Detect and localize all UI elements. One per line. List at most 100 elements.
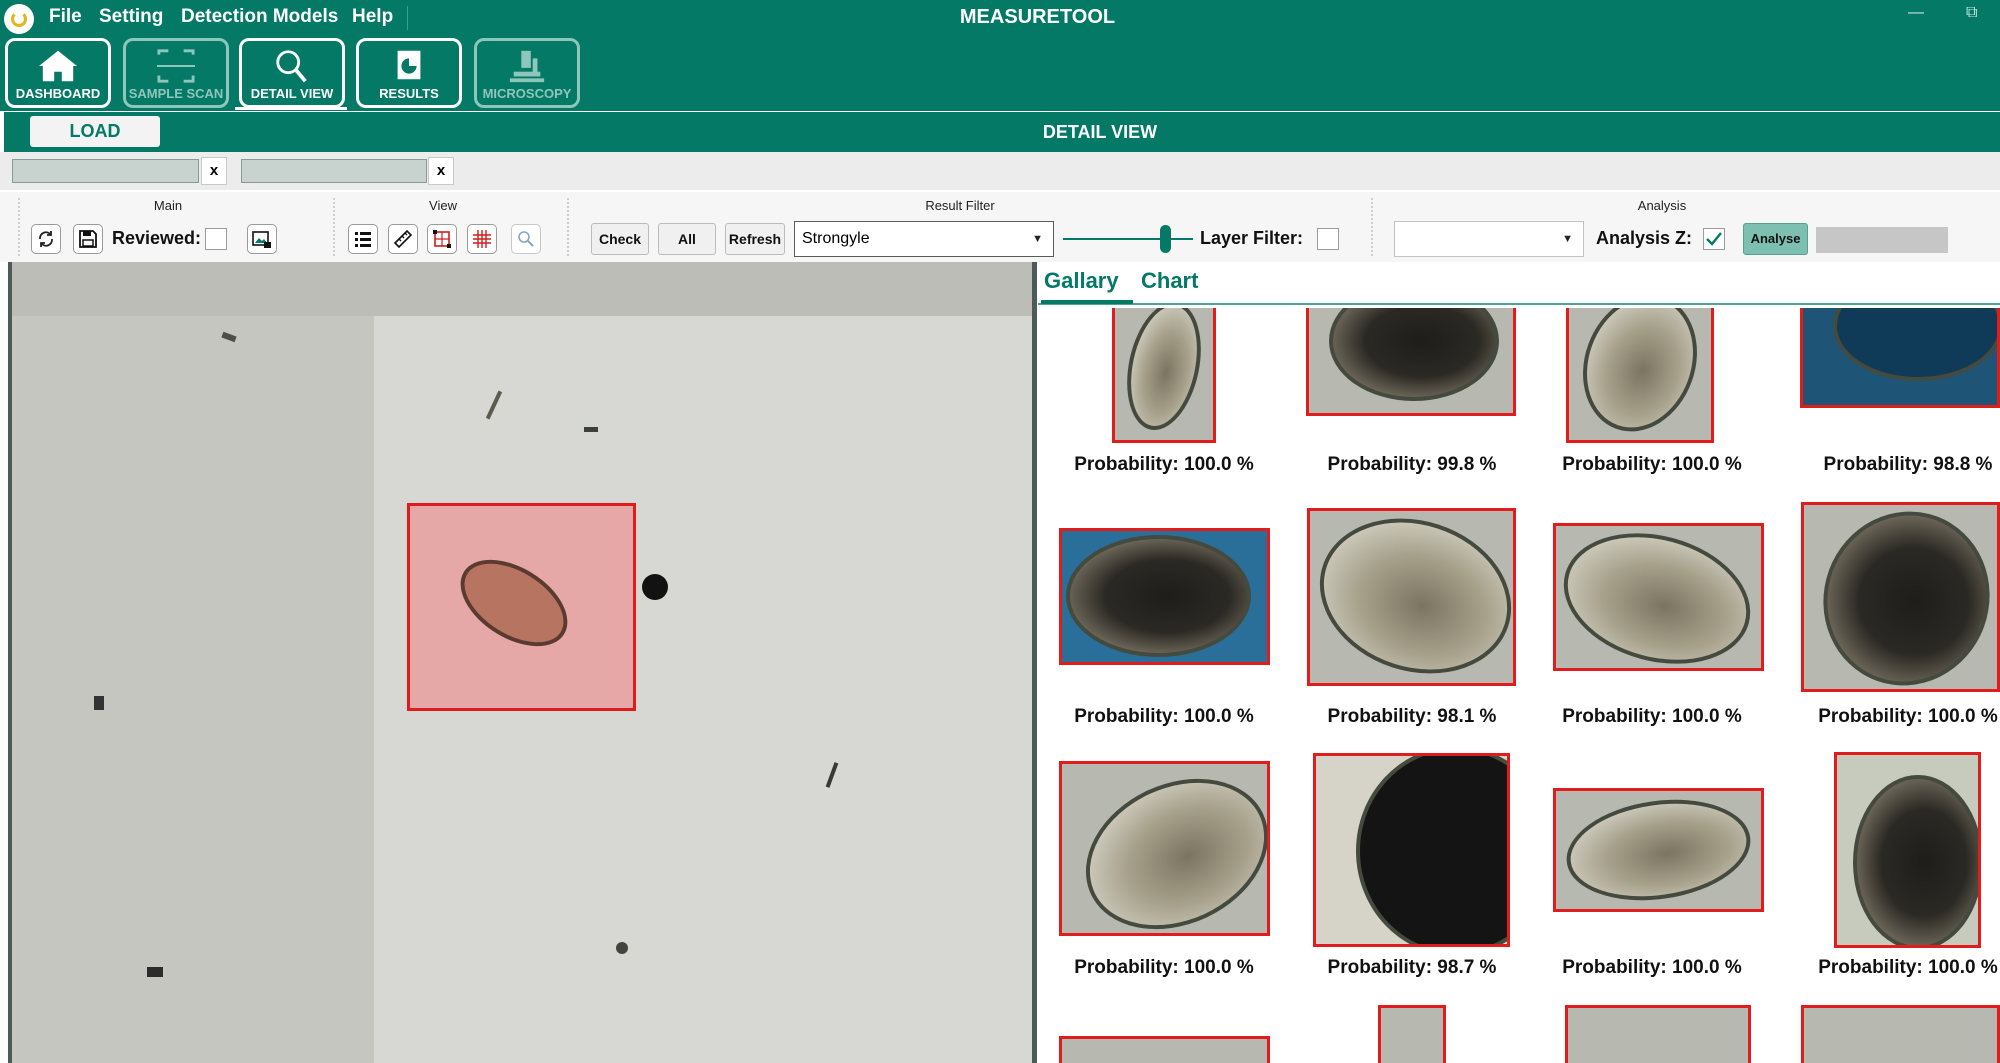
- image-tile: [12, 262, 374, 1063]
- save-icon: [79, 230, 97, 248]
- file-field-2[interactable]: [241, 159, 427, 183]
- grid-button[interactable]: [467, 224, 497, 254]
- menu-file[interactable]: File: [49, 6, 82, 28]
- analysis-select[interactable]: ▼: [1394, 221, 1584, 257]
- grid-icon: [473, 230, 491, 248]
- analysis-group-title: Analysis: [1637, 198, 1687, 213]
- detection-box[interactable]: [407, 503, 636, 711]
- restore-icon[interactable]: ⧉: [1966, 4, 1977, 22]
- analysis-z-checkbox[interactable]: [1703, 228, 1725, 250]
- sync-button[interactable]: [31, 224, 61, 254]
- home-icon: [39, 50, 77, 82]
- gallery-thumbnail[interactable]: [1801, 1005, 2000, 1063]
- active-tab-indicator: [1041, 300, 1133, 304]
- microscope-icon: [509, 50, 545, 83]
- pie-chart-icon: [397, 50, 421, 80]
- detail-view-button[interactable]: DETAIL VIEW: [239, 38, 345, 108]
- tab-divider: [1038, 303, 2000, 305]
- air-bubble: [642, 574, 668, 600]
- measure-button[interactable]: [388, 224, 418, 254]
- zoom-button[interactable]: [511, 224, 541, 254]
- ribbon-separator: [567, 198, 569, 256]
- clear-file-2-button[interactable]: x: [428, 157, 454, 185]
- dashboard-label: DASHBOARD: [15, 86, 101, 101]
- scan-icon: [157, 49, 195, 83]
- result-filter-select[interactable]: Strongyle ▼: [794, 221, 1054, 257]
- sample-scan-label: SAMPLE SCAN: [128, 86, 224, 101]
- gallery-probability: Probability: 100.0 %: [1562, 706, 1742, 727]
- image-export-icon: [252, 231, 271, 248]
- menu-help[interactable]: Help: [352, 6, 393, 28]
- gallery-probability: Probability: 98.7 %: [1327, 957, 1497, 978]
- chevron-down-icon: ▼: [1032, 233, 1043, 245]
- gallery-thumbnail[interactable]: [1553, 788, 1764, 912]
- detail-view-label: DETAIL VIEW: [250, 86, 334, 101]
- gallery-thumbnail[interactable]: [1378, 1005, 1446, 1063]
- layer-filter-checkbox[interactable]: [1317, 228, 1339, 250]
- gallery-thumbnail[interactable]: [1565, 1005, 1751, 1063]
- tab-chart[interactable]: Chart: [1141, 268, 1198, 294]
- reviewed-checkbox[interactable]: [205, 228, 227, 250]
- microscopy-button[interactable]: MICROSCOPY: [474, 38, 580, 108]
- result-filter-value: Strongyle: [802, 230, 870, 247]
- analyse-button[interactable]: Analyse: [1743, 223, 1808, 255]
- clear-file-1-button[interactable]: x: [201, 157, 227, 185]
- analysis-progress-bar: [1816, 227, 1948, 253]
- gallery-thumbnail[interactable]: [1112, 308, 1216, 443]
- gallery-thumbnail[interactable]: [1553, 523, 1764, 671]
- gallery-probability: Probability: 99.8 %: [1327, 454, 1497, 475]
- tab-gallery[interactable]: Gallary: [1044, 268, 1119, 294]
- magnifier-icon: [276, 50, 307, 83]
- list-view-button[interactable]: [348, 224, 378, 254]
- ribbon-separator: [1371, 198, 1373, 256]
- bounding-box-icon: [433, 230, 451, 248]
- export-image-button[interactable]: [247, 224, 277, 254]
- gallery-thumbnail[interactable]: [1059, 761, 1270, 936]
- minimize-icon[interactable]: —: [1908, 4, 1924, 22]
- image-tile: [12, 262, 1032, 316]
- bounding-box-button[interactable]: [427, 224, 457, 254]
- app-logo-icon: [4, 4, 34, 34]
- dashboard-button[interactable]: DASHBOARD: [5, 38, 111, 108]
- gallery-thumbnail[interactable]: [1800, 308, 2000, 408]
- load-button[interactable]: LOAD: [30, 116, 160, 147]
- layer-slider-thumb[interactable]: [1160, 225, 1171, 253]
- file-field-1[interactable]: [12, 159, 199, 183]
- gallery-thumbnail[interactable]: [1313, 753, 1510, 947]
- gallery-thumbnail[interactable]: [1059, 528, 1270, 665]
- layer-slider-track[interactable]: [1063, 238, 1193, 240]
- menu-setting[interactable]: Setting: [99, 6, 163, 28]
- sample-scan-button[interactable]: SAMPLE SCAN: [123, 38, 229, 108]
- gallery-probability: Probability: 100.0 %: [1074, 454, 1254, 475]
- sync-icon: [39, 231, 53, 247]
- ruler-icon: [393, 229, 413, 249]
- microscopy-label: MICROSCOPY: [482, 86, 572, 101]
- gallery-probability: Probability: 100.0 %: [1818, 706, 1998, 727]
- ribbon-separator: [18, 198, 20, 256]
- gallery-probability: Probability: 100.0 %: [1074, 957, 1254, 978]
- app-title: MEASURETOOL: [959, 6, 1116, 28]
- gallery-thumbnail[interactable]: [1834, 752, 1981, 948]
- menu-detection-models[interactable]: Detection Models: [181, 6, 338, 28]
- gallery-probability: Probability: 100.0 %: [1074, 706, 1254, 727]
- detail-view-title: DETAIL VIEW: [1042, 122, 1158, 142]
- gallery-probability: Probability: 100.0 %: [1562, 957, 1742, 978]
- parasite-egg: [445, 542, 583, 664]
- results-button[interactable]: RESULTS: [356, 38, 462, 108]
- gallery-thumbnail[interactable]: [1566, 308, 1714, 443]
- menu-separator: [407, 6, 408, 30]
- refresh-button[interactable]: Refresh: [725, 223, 785, 255]
- results-label: RESULTS: [379, 86, 439, 101]
- all-button[interactable]: All: [658, 223, 716, 255]
- gallery-thumbnail[interactable]: [1307, 508, 1516, 686]
- chevron-down-icon: ▼: [1562, 233, 1573, 245]
- analysis-z-label: Analysis Z:: [1596, 228, 1693, 248]
- save-button[interactable]: [73, 224, 103, 254]
- gallery-grid: Probability: 100.0 % Probability: 99.8 %…: [1040, 308, 2000, 1063]
- gallery-thumbnail[interactable]: [1801, 502, 2000, 692]
- debris: [584, 427, 598, 432]
- gallery-thumbnail[interactable]: [1306, 308, 1516, 416]
- check-button[interactable]: Check: [591, 223, 649, 255]
- gallery-thumbnail[interactable]: [1059, 1036, 1270, 1063]
- list-icon: [355, 232, 371, 247]
